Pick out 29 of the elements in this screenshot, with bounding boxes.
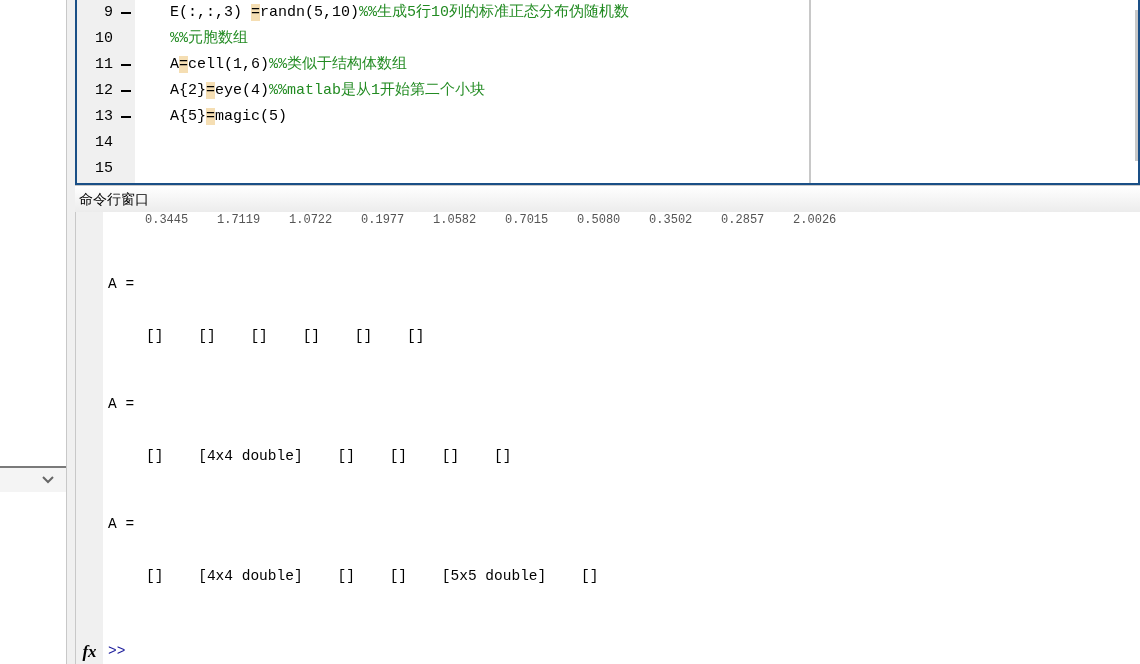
- output-cell-array: [] [4x4 double] [] [] [] []: [146, 447, 512, 467]
- line-number: 9: [104, 2, 113, 23]
- chevron-down-icon: [42, 476, 54, 484]
- code-line: A=cell(1,6)%%类似于结构体数组: [170, 54, 408, 75]
- code-line: A{5}=magic(5): [170, 106, 288, 127]
- executable-line-dash[interactable]: [121, 12, 131, 14]
- executable-line-dash[interactable]: [121, 64, 131, 66]
- output-numbers: 0.3445 1.7119 1.0722 0.1977 1.0582 0.7015 0.5080 0.3502 0.2857 2.0026: [145, 212, 837, 229]
- scrollbar[interactable]: [1135, 10, 1138, 161]
- line-number: 10: [95, 28, 113, 49]
- output-cell-array: [] [4x4 double] [] [] [5x5 double] []: [146, 567, 599, 587]
- line-number: 14: [95, 132, 113, 153]
- executable-line-dash[interactable]: [121, 90, 131, 92]
- line-number: 11: [95, 54, 113, 75]
- line-number: 15: [95, 158, 113, 179]
- dropdown[interactable]: [0, 466, 66, 492]
- code-line: E(:,:,3) =randn(5,10)%%生成5行10列的标准正态分布伪随机数: [170, 2, 630, 23]
- executable-line-dash[interactable]: [121, 116, 131, 118]
- command-prompt[interactable]: >>: [108, 641, 126, 663]
- output-variable: A =: [108, 275, 135, 295]
- line-number: 12: [95, 80, 113, 101]
- output-cell-array: [] [] [] [] [] []: [146, 327, 425, 347]
- line-number: 13: [95, 106, 113, 127]
- code-line: A{2}=eye(4)%%matlab是从1开始第二个小块: [170, 80, 486, 101]
- function-icon[interactable]: fx: [82, 643, 97, 660]
- code-line: %%元胞数组: [170, 28, 248, 49]
- output-variable: A =: [108, 515, 135, 535]
- output-variable: A =: [108, 395, 135, 415]
- panel-title: 命令行窗口: [79, 189, 149, 209]
